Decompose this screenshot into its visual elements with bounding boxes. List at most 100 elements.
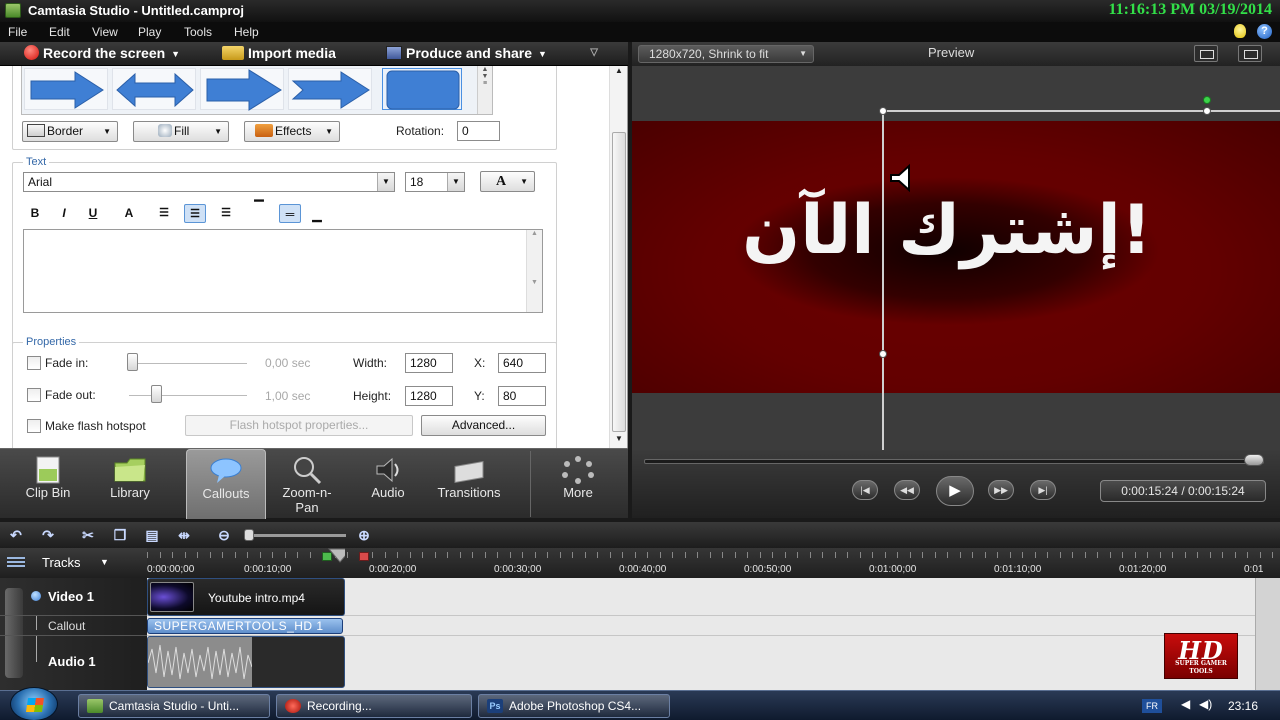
video-clip[interactable]: Youtube intro.mp4 — [147, 578, 345, 616]
tab-clip-bin[interactable]: Clip Bin — [12, 449, 84, 519]
callout-clip[interactable]: SUPERGAMERTOOLS_HD 1 — [147, 618, 343, 634]
callout-text-area[interactable]: ▲ ▼ — [23, 229, 543, 313]
menu-file[interactable]: File — [8, 25, 27, 39]
volume-icon[interactable]: ◀) — [1199, 697, 1221, 713]
cut-icon[interactable]: ✂ — [78, 526, 98, 544]
split-icon[interactable]: ⇹ — [174, 526, 194, 544]
taskbar-recording[interactable]: Recording... — [276, 694, 472, 718]
tab-transitions[interactable]: Transitions — [426, 449, 512, 519]
scroll-down-icon[interactable]: ▼ — [610, 434, 627, 448]
arrow-notched-shape[interactable] — [288, 68, 372, 110]
produce-share-button[interactable]: Produce and share ▼ — [386, 45, 547, 63]
valign-bottom-icon[interactable]: ▁ — [306, 206, 328, 225]
fit-to-screen-icon[interactable] — [1194, 45, 1218, 62]
align-right-icon[interactable]: ☰ — [215, 204, 237, 223]
taskbar-photoshop[interactable]: Ps Adobe Photoshop CS4... — [478, 694, 670, 718]
menu-help[interactable]: Help — [234, 25, 259, 39]
track-visibility-icon[interactable] — [31, 591, 41, 601]
menu-play[interactable]: Play — [138, 25, 161, 39]
paste-icon[interactable]: ▤ — [142, 526, 162, 544]
track-area[interactable]: Youtube intro.mp4 SUPERGAMERTOOLS_HD 1 — [147, 578, 1255, 690]
play-icon[interactable]: ▶ — [936, 476, 974, 506]
resize-handle-tr[interactable] — [1203, 107, 1211, 115]
arrow-double-shape[interactable] — [112, 68, 196, 110]
taskbar-camtasia[interactable]: Camtasia Studio - Unti... — [78, 694, 270, 718]
language-indicator[interactable]: FR — [1142, 699, 1162, 713]
text-area-scrollbar[interactable]: ▲ ▼ — [526, 230, 542, 312]
time-ruler[interactable]: 0:00:00;00 0:00:10;00 0:00:20;00 0:00:30… — [147, 548, 1280, 578]
advanced-button[interactable]: Advanced... — [421, 415, 546, 436]
border-button[interactable]: Border ▼ — [22, 121, 118, 142]
menu-tools[interactable]: Tools — [184, 25, 212, 39]
tips-bulb-icon[interactable] — [1234, 24, 1246, 38]
panel-scrollbar[interactable]: ▲ ▼ — [609, 66, 627, 448]
zoom-out-icon[interactable]: ⊖ — [214, 526, 234, 544]
help-icon[interactable]: ? — [1257, 24, 1272, 39]
font-color-button[interactable]: A ▼ — [480, 171, 535, 192]
font-size-select[interactable]: 18 ▼ — [405, 172, 465, 192]
record-screen-button[interactable]: Record the screen ▼ — [24, 45, 180, 63]
track-header-audio[interactable]: Audio 1 — [0, 636, 147, 690]
toolbar-overflow-icon[interactable]: ▽ — [590, 47, 598, 58]
fill-button[interactable]: Fill ▼ — [133, 121, 229, 142]
detach-preview-icon[interactable] — [1238, 45, 1262, 62]
taskbar-clock[interactable]: 23:16 — [1228, 699, 1258, 713]
tab-zoom-n-pan[interactable]: Zoom-n-Pan — [270, 449, 344, 519]
timeline-scrollbar[interactable] — [1255, 578, 1280, 690]
valign-top-icon[interactable]: ▔ — [248, 198, 270, 217]
y-input[interactable]: 80 — [498, 386, 546, 406]
italic-button[interactable]: I — [53, 204, 75, 223]
tab-more[interactable]: More — [544, 449, 612, 519]
tab-audio[interactable]: Audio — [354, 449, 422, 519]
timeline-zoom-thumb[interactable] — [244, 529, 254, 541]
rounded-rect-shape[interactable] — [382, 68, 462, 110]
bold-button[interactable]: B — [24, 204, 46, 223]
undo-icon[interactable]: ↶ — [6, 526, 26, 544]
arrow-right-shape[interactable] — [24, 68, 108, 110]
start-button[interactable] — [10, 687, 58, 720]
track-header-video[interactable]: Video 1 — [0, 578, 147, 616]
panel-scroll-thumb[interactable] — [612, 132, 626, 432]
fade-in-slider[interactable] — [129, 363, 247, 365]
track-header-callout[interactable]: Callout — [0, 616, 147, 636]
fast-forward-icon[interactable]: ▶▶ — [988, 480, 1014, 500]
fade-out-slider-thumb[interactable] — [150, 385, 162, 403]
timeline-zoom-slider[interactable] — [246, 534, 346, 537]
width-input[interactable]: 1280 — [405, 353, 453, 373]
gallery-scrollbar[interactable]: ▲ ▼ ≡ — [477, 66, 492, 114]
fade-out-slider[interactable] — [129, 395, 247, 397]
flash-hotspot-checkbox[interactable] — [27, 419, 41, 433]
scrub-bar[interactable] — [644, 459, 1264, 464]
menu-view[interactable]: View — [92, 25, 118, 39]
selection-edge-top[interactable] — [882, 110, 1280, 112]
scrub-thumb[interactable] — [1244, 454, 1264, 466]
arrow-fat-shape[interactable] — [200, 68, 284, 111]
scroll-up-icon[interactable]: ▲ — [610, 66, 627, 80]
import-media-button[interactable]: Import media — [222, 45, 336, 63]
effects-button[interactable]: Effects ▼ — [244, 121, 340, 142]
jump-end-icon[interactable]: ▶| — [1030, 480, 1056, 500]
fade-out-checkbox[interactable] — [27, 388, 41, 402]
resize-handle-ml[interactable] — [879, 350, 887, 358]
audio-clip[interactable] — [147, 636, 345, 688]
valign-middle-icon[interactable]: ═ — [279, 204, 301, 223]
jump-start-icon[interactable]: |◀ — [852, 480, 878, 500]
copy-icon[interactable]: ❐ — [110, 526, 130, 544]
text-effect-button[interactable]: A — [118, 204, 140, 223]
selection-edge-left[interactable] — [882, 110, 884, 450]
underline-button[interactable]: U — [82, 204, 104, 223]
zoom-in-icon[interactable]: ⊕ — [354, 526, 374, 544]
height-input[interactable]: 1280 — [405, 386, 453, 406]
tab-callouts[interactable]: Callouts — [186, 449, 266, 519]
rewind-icon[interactable]: ◀◀ — [894, 480, 920, 500]
rotation-input[interactable]: 0 — [457, 121, 500, 141]
preview-canvas[interactable]: إشترك الآن! — [632, 66, 1280, 450]
align-center-icon[interactable]: ☰ — [184, 204, 206, 223]
show-hidden-icons-icon[interactable]: ◀ — [1181, 697, 1190, 711]
rotate-handle[interactable] — [1203, 96, 1211, 104]
align-left-icon[interactable]: ☰ — [153, 204, 175, 223]
playhead-icon[interactable] — [327, 548, 345, 564]
preview-size-select[interactable]: 1280x720, Shrink to fit ▼ — [638, 45, 814, 63]
redo-icon[interactable]: ↷ — [38, 526, 58, 544]
x-input[interactable]: 640 — [498, 353, 546, 373]
